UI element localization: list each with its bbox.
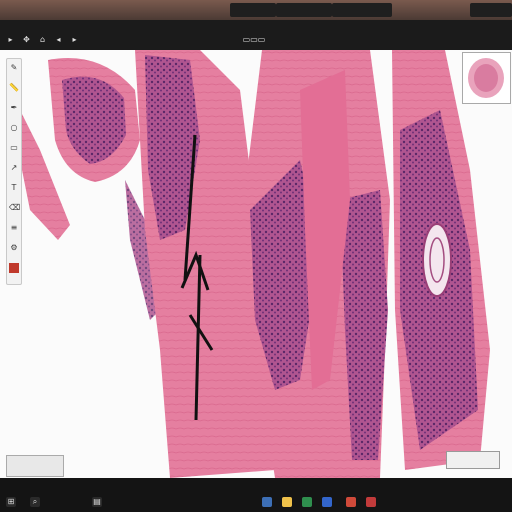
pen-icon[interactable]: ✒ [9, 103, 19, 113]
pointer-icon[interactable]: ▸ [6, 35, 15, 44]
home-icon[interactable]: ⌂ [38, 35, 47, 44]
hair-shaft [422, 223, 452, 297]
zoom-indicator[interactable] [446, 451, 500, 469]
back-icon[interactable]: ◂ [54, 35, 63, 44]
folder-icon[interactable] [282, 497, 292, 507]
taskbar: ⊞ ⌕ ▤ [0, 478, 512, 512]
search-icon[interactable]: ⌕ [30, 497, 40, 507]
browser-tab[interactable] [230, 3, 276, 17]
annotation-toolbar: ✎ 📏 ✒ ○ ▭ ↗ T ⌫ ≡ ⚙ [6, 58, 22, 285]
layers-icon[interactable]: ≡ [9, 223, 19, 233]
slide-viewer[interactable] [0, 50, 512, 478]
forward-icon[interactable]: ▸ [70, 35, 79, 44]
app-icon[interactable] [366, 497, 376, 507]
taskview-icon[interactable]: ▤ [92, 497, 102, 507]
arrow-icon[interactable]: ↗ [9, 163, 19, 173]
browser-tab[interactable] [276, 3, 332, 17]
scale-bar [6, 455, 64, 477]
pan-icon[interactable]: ✥ [22, 35, 31, 44]
browser-tab[interactable] [470, 3, 512, 17]
circle-icon[interactable]: ○ [9, 123, 19, 133]
fit-icon[interactable]: ▭▭▭ [232, 35, 276, 44]
settings-icon[interactable]: ⚙ [9, 243, 19, 253]
thumbnail-preview [468, 58, 504, 98]
browser-tab[interactable] [332, 3, 392, 17]
window-title-bar [0, 0, 512, 20]
annotate-icon[interactable]: ✎ [9, 63, 19, 73]
eraser-icon[interactable]: ⌫ [9, 203, 20, 213]
color-icon[interactable] [9, 263, 19, 273]
app-icon[interactable] [262, 497, 272, 507]
ruler-icon[interactable]: 📏 [9, 83, 19, 93]
slide-thumbnail[interactable] [462, 52, 511, 104]
start-icon[interactable]: ⊞ [6, 497, 16, 507]
text-icon[interactable]: T [9, 183, 19, 193]
rect-icon[interactable]: ▭ [9, 143, 19, 153]
word-icon[interactable] [322, 497, 332, 507]
tissue-image [20, 50, 490, 478]
browser-icon[interactable] [346, 497, 356, 507]
viewer-toolbar: ▸ ✥ ⌂ ◂ ▸ ▭▭▭ [0, 20, 512, 50]
app-icon[interactable] [302, 497, 312, 507]
